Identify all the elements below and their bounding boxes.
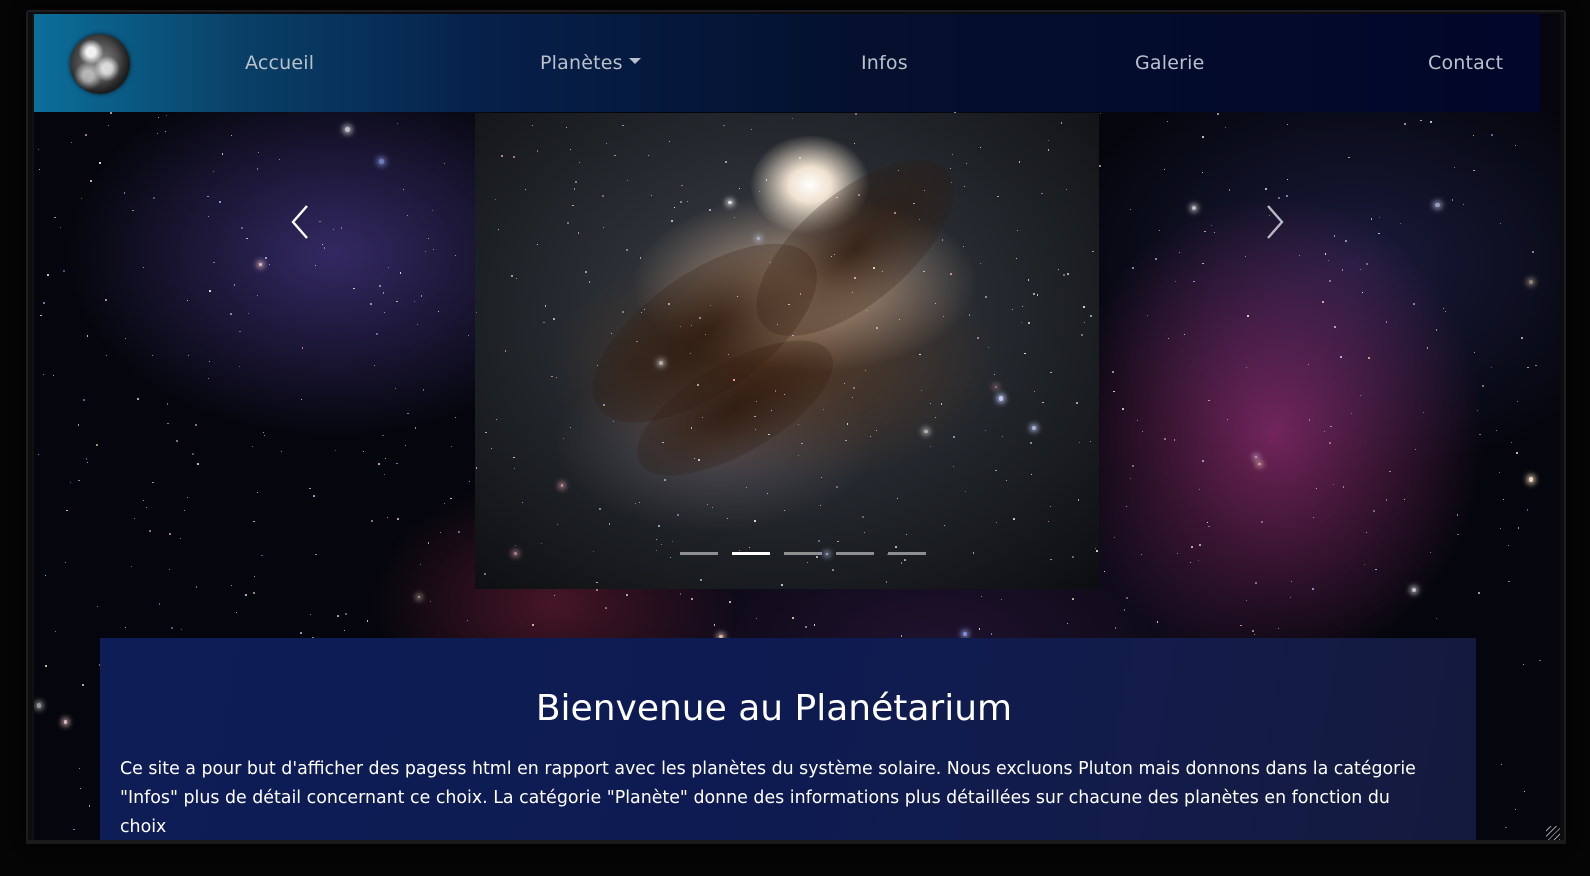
page-viewport: Accueil Planètes Infos Galerie Contact B… <box>32 14 1560 840</box>
chevron-left-icon <box>291 205 308 239</box>
welcome-text: Ce site a pour but d'afficher des pagess… <box>120 759 1416 837</box>
welcome-title: Bienvenue au Planétarium <box>535 688 1013 729</box>
carousel-slide-galaxy <box>475 113 1099 589</box>
caret-down-icon <box>628 57 641 64</box>
chevron-right-icon <box>1267 205 1284 239</box>
carousel-indicator[interactable] <box>732 552 770 555</box>
carousel-indicator[interactable] <box>680 552 718 555</box>
nav-accueil[interactable]: Accueil <box>245 52 314 74</box>
navbar: Accueil Planètes Infos Galerie Contact <box>34 14 1540 112</box>
nav-planetes-dropdown[interactable]: Planètes <box>540 52 641 74</box>
nav-contact[interactable]: Contact <box>1428 52 1503 74</box>
carousel-indicator[interactable] <box>888 552 926 555</box>
carousel-next-button[interactable] <box>1262 202 1286 242</box>
carousel-indicators <box>680 552 926 555</box>
resize-grip-icon[interactable] <box>1546 826 1560 840</box>
carousel-indicator[interactable] <box>836 552 874 555</box>
window-bottom-bar <box>26 840 1566 844</box>
carousel-indicator[interactable] <box>784 552 822 555</box>
nav-galerie[interactable]: Galerie <box>1135 52 1205 74</box>
nav-planetes-label: Planètes <box>540 52 623 74</box>
welcome-panel: Bienvenue au Planétarium Ce site a pour … <box>100 638 1476 840</box>
nav-infos[interactable]: Infos <box>861 52 908 74</box>
carousel-prev-button[interactable] <box>289 202 313 242</box>
earth-logo-icon[interactable] <box>70 34 130 94</box>
